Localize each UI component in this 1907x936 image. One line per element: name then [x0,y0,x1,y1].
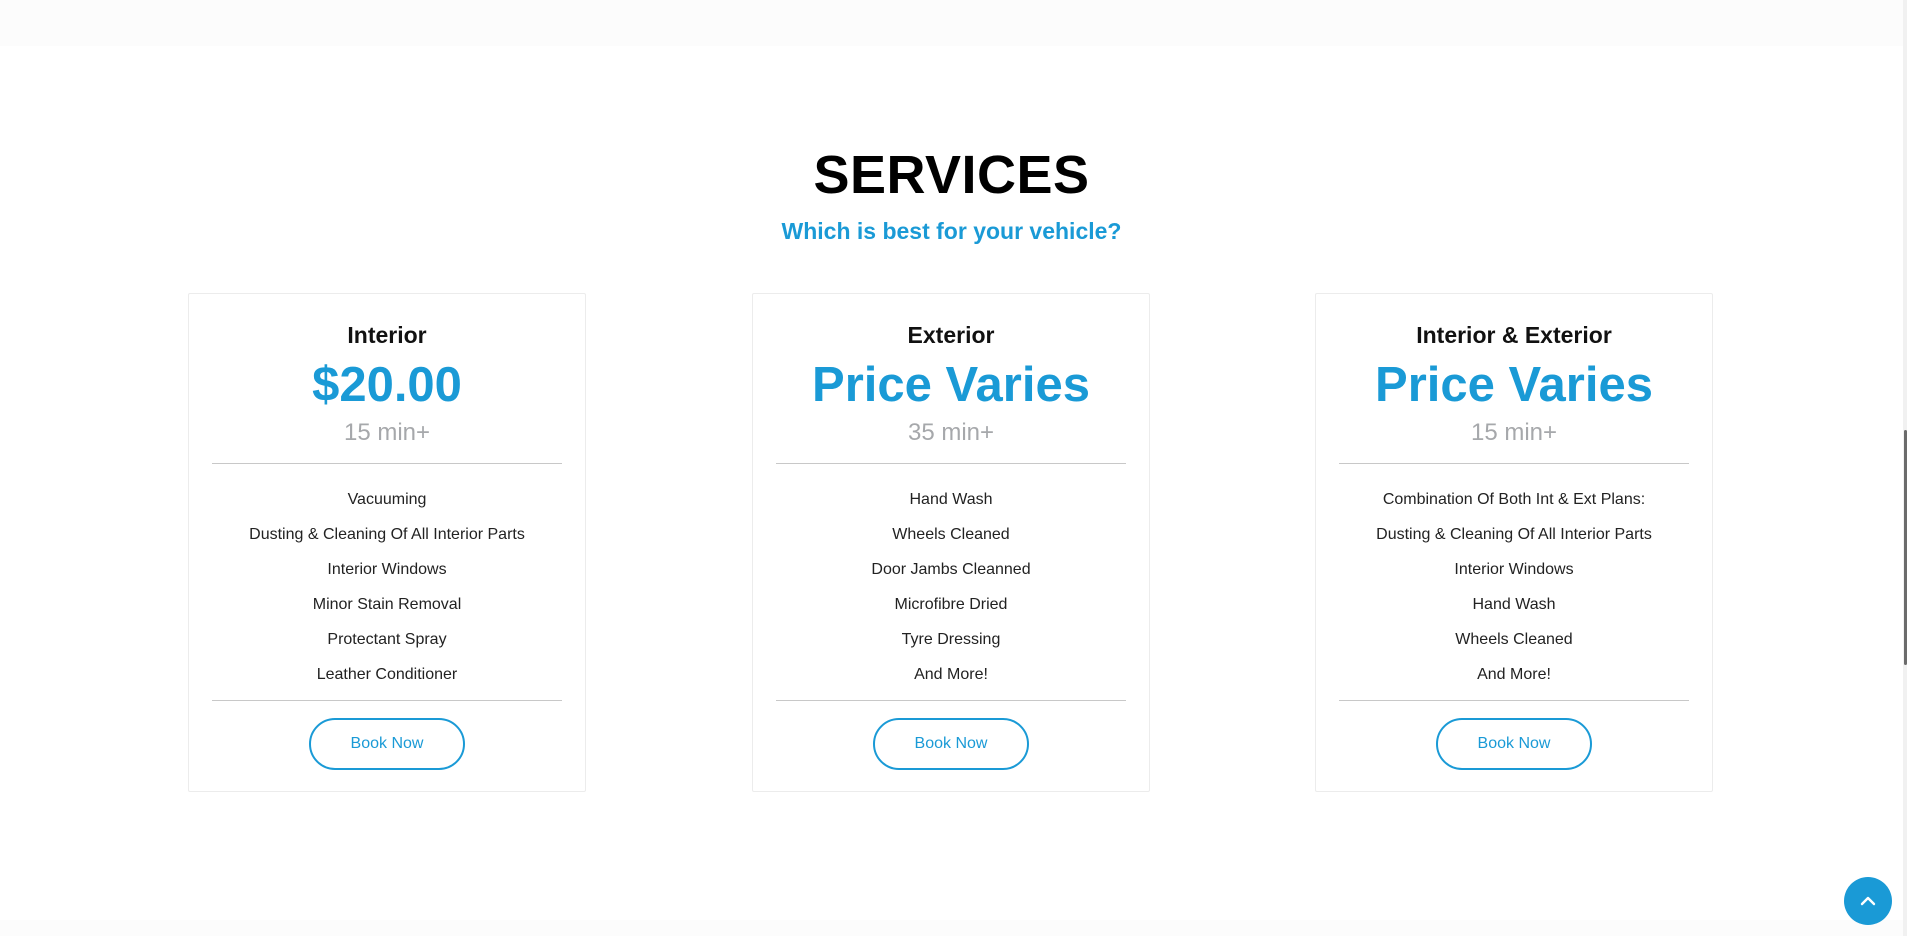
scroll-to-top-button[interactable] [1844,877,1892,925]
section-title: SERVICES [813,145,1090,205]
divider [212,463,562,464]
card-title: Interior [347,322,427,348]
card-duration: 15 min+ [343,419,431,446]
pricing-cards: Interior $20.00 15 min+ Vacuuming Dustin… [188,293,1715,794]
feature-item: Hand Wash [1472,596,1556,613]
feature-list: Vacuuming Dusting & Cleaning Of All Inte… [189,482,585,692]
scrollbar[interactable] [1903,0,1907,936]
card-duration: 35 min+ [907,419,995,446]
card-title: Exterior [907,322,995,348]
previous-section-band [0,0,1903,46]
feature-list: Hand Wash Wheels Cleaned Door Jambs Clea… [753,482,1149,692]
book-now-button[interactable]: Book Now [1436,718,1592,770]
pricing-card-interior: Interior $20.00 15 min+ Vacuuming Dustin… [188,293,586,792]
card-title: Interior & Exterior [1416,322,1612,348]
feature-item: Microfibre Dried [894,596,1008,613]
feature-item: Interior Windows [327,561,447,578]
feature-item: Protectant Spray [327,631,447,648]
page: SERVICES Which is best for your vehicle?… [0,0,1907,936]
divider [1339,463,1689,464]
card-price: $20.00 [312,358,462,412]
feature-list: Combination Of Both Int & Ext Plans: Dus… [1316,482,1712,692]
card-duration: 15 min+ [1470,419,1558,446]
pricing-card-exterior: Exterior Price Varies 35 min+ Hand Wash … [752,293,1150,792]
pricing-card-interior-exterior: Interior & Exterior Price Varies 15 min+… [1315,293,1713,792]
feature-item: Wheels Cleaned [892,526,1010,543]
feature-item: Dusting & Cleaning Of All Interior Parts [1376,526,1652,543]
feature-item: Minor Stain Removal [312,596,462,613]
feature-item: Vacuuming [347,491,427,508]
divider [776,700,1126,701]
feature-item: And More! [914,666,988,683]
next-section-band [0,920,1903,936]
feature-item: And More! [1477,666,1551,683]
feature-item: Tyre Dressing [901,631,1001,648]
feature-item: Wheels Cleaned [1455,631,1573,648]
card-price: Price Varies [1375,358,1653,412]
chevron-up-icon [1860,896,1876,906]
feature-item: Dusting & Cleaning Of All Interior Parts [249,526,525,543]
feature-item: Combination Of Both Int & Ext Plans: [1382,491,1646,508]
book-now-button[interactable]: Book Now [309,718,465,770]
divider [212,700,562,701]
divider [1339,700,1689,701]
card-price: Price Varies [812,358,1090,412]
feature-item: Door Jambs Cleanned [871,561,1031,578]
book-now-button[interactable]: Book Now [873,718,1029,770]
feature-item: Hand Wash [909,491,993,508]
feature-item: Leather Conditioner [316,666,458,683]
section-subtitle: Which is best for your vehicle? [781,218,1122,244]
divider [776,463,1126,464]
feature-item: Interior Windows [1454,561,1574,578]
